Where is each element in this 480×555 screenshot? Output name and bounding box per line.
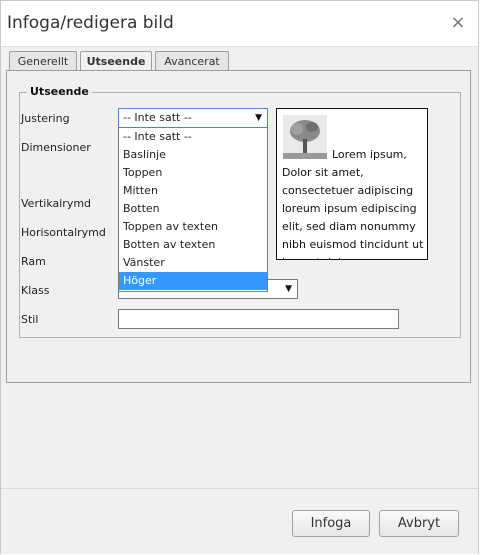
tab-avancerat[interactable]: Avancerat — [155, 51, 229, 71]
option-top[interactable]: Toppen — [119, 164, 267, 182]
option-not-set[interactable]: -- Inte satt -- — [119, 128, 267, 146]
tab-generellt[interactable]: Generellt — [9, 51, 77, 71]
option-left[interactable]: Vänster — [119, 254, 267, 272]
appearance-legend: Utseende — [27, 85, 92, 98]
dialog-titlebar[interactable]: Infoga/redigera bild × — [1, 1, 478, 47]
dialog-title: Infoga/redigera bild — [7, 13, 174, 33]
alignment-label: Justering — [21, 112, 70, 125]
alignment-select-value: -- Inte satt -- — [123, 111, 192, 124]
style-input[interactable] — [118, 309, 399, 329]
tab-utseende[interactable]: Utseende — [80, 51, 152, 72]
insert-button[interactable]: Infoga — [292, 510, 370, 537]
option-right[interactable]: Höger — [119, 272, 267, 290]
alignment-select[interactable]: -- Inte satt -- ▼ — [118, 108, 268, 128]
option-text-top[interactable]: Toppen av texten — [119, 218, 267, 236]
style-label: Stil — [21, 313, 39, 326]
border-label: Ram — [21, 255, 46, 268]
hspace-label: Horisontalrymd — [21, 226, 106, 239]
option-text-bottom[interactable]: Botten av texten — [119, 236, 267, 254]
alignment-dropdown-list: -- Inte satt -- Baslinje Toppen Mitten B… — [118, 128, 268, 292]
image-dialog: Infoga/redigera bild × Generellt Utseend… — [0, 0, 479, 554]
chevron-down-icon: ▼ — [255, 113, 262, 123]
option-bottom[interactable]: Botten — [119, 200, 267, 218]
option-baseline[interactable]: Baslinje — [119, 146, 267, 164]
close-icon[interactable]: × — [450, 13, 466, 33]
alignment-preview: Lorem ipsum, Dolor sit amet, consectetue… — [276, 108, 428, 260]
preview-text: Lorem ipsum, Dolor sit amet, consectetue… — [282, 148, 424, 259]
option-middle[interactable]: Mitten — [119, 182, 267, 200]
class-label: Klass — [21, 284, 50, 297]
cancel-button[interactable]: Avbryt — [379, 510, 459, 537]
vspace-label: Vertikalrymd — [21, 197, 92, 210]
dimensions-label: Dimensioner — [21, 141, 91, 154]
chevron-down-icon: ▼ — [285, 284, 292, 294]
